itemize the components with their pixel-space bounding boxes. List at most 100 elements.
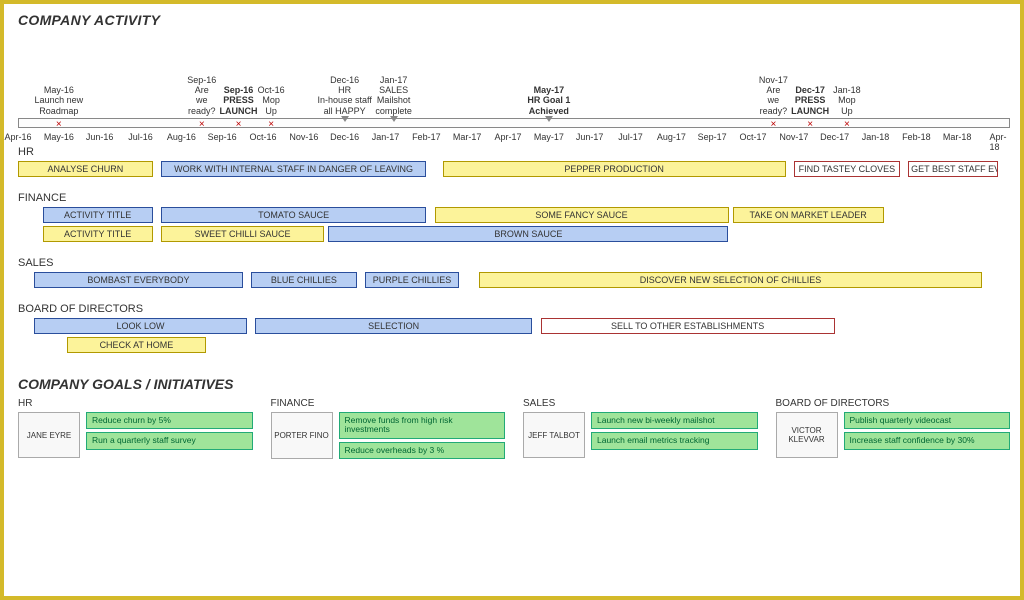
activity-bar[interactable]: ANALYSE CHURN (18, 161, 153, 177)
activity-bar[interactable]: PURPLE CHILLIES (365, 272, 459, 288)
goal-dept: FINANCE (271, 398, 506, 409)
axis-tick: Nov-16 (289, 132, 318, 142)
axis-tick: Jul-17 (618, 132, 643, 142)
axis-tick: Dec-16 (330, 132, 359, 142)
timeline-event: May-16Launch new Roadmap (35, 85, 84, 116)
swimlane-title: FINANCE (18, 192, 1010, 204)
timeline-event: Dec-17PRESS LAUNCH (791, 85, 829, 116)
activity-bar[interactable]: FIND TASTEY CLOVES (794, 161, 900, 177)
activity-bar[interactable]: LOOK LOW (34, 318, 246, 334)
milestone-mark: × (236, 119, 242, 130)
initiative-item[interactable]: Launch new bi-weekly mailshot (591, 412, 758, 429)
initiative-item[interactable]: Publish quarterly videocast (844, 412, 1011, 429)
axis-tick: Apr-18 (989, 132, 1006, 152)
goal-dept: BOARD OF DIRECTORS (776, 398, 1011, 409)
milestone-arrow (390, 116, 398, 122)
axis-tick: Sep-17 (698, 132, 727, 142)
axis-tick: May-17 (534, 132, 564, 142)
activity-bar[interactable]: PEPPER PRODUCTION (443, 161, 786, 177)
axis-tick: Jun-17 (576, 132, 604, 142)
goal-dept: SALES (523, 398, 758, 409)
swimlane-title: SALES (18, 257, 1010, 269)
goal-column: BOARD OF DIRECTORS VICTOR KLEVVAR Publish … (776, 398, 1011, 459)
goal-owner: JANE EYRE (18, 412, 80, 458)
initiative-item[interactable]: Reduce overheads by 3 % (339, 442, 506, 459)
milestone-mark: × (268, 119, 274, 130)
axis-tick: Apr-16 (4, 132, 31, 142)
activity-bar[interactable]: TAKE ON MARKET LEADER (733, 207, 884, 223)
milestone-mark: × (770, 119, 776, 130)
axis-tick: Oct-17 (739, 132, 766, 142)
activity-bar[interactable]: BROWN SAUCE (328, 226, 728, 242)
timeline-event: Oct-16Mop Up (258, 85, 285, 116)
axis-tick: Dec-17 (820, 132, 849, 142)
swimlane-title: BOARD OF DIRECTORS (18, 303, 1010, 315)
axis-tick: Feb-17 (412, 132, 441, 142)
swimlane-row: ANALYSE CHURN WORK WITH INTERNAL STAFF IN… (18, 161, 1010, 178)
axis-tick: Aug-17 (657, 132, 686, 142)
timeline-event: May-17HR Goal 1 Achieved (527, 85, 570, 116)
milestone-arrow (545, 116, 553, 122)
axis-tick: Aug-16 (167, 132, 196, 142)
activity-bar[interactable]: TOMATO SAUCE (161, 207, 426, 223)
initiative-item[interactable]: Increase staff confidence by 30% (844, 432, 1011, 449)
activity-bar[interactable]: DISCOVER NEW SELECTION OF CHILLIES (479, 272, 981, 288)
swimlane-row: BOMBAST EVERYBODY BLUE CHILLIES PURPLE CHI… (18, 272, 1010, 289)
timeline-event: Jan-17SALES Mailshot complete (375, 75, 412, 116)
swimlane-row: CHECK AT HOME (18, 337, 1010, 354)
swimlane-row: ACTIVITY TITLE TOMATO SAUCE SOME FANCY SAU… (18, 207, 1010, 224)
goal-owner: VICTOR KLEVVAR (776, 412, 838, 458)
swimlane-row: LOOK LOW SELECTION SELL TO OTHER ESTABLISH… (18, 318, 1010, 335)
milestone-mark: × (56, 119, 62, 130)
axis-line (18, 118, 1010, 128)
activity-bar[interactable]: ACTIVITY TITLE (43, 226, 153, 242)
axis-tick: Mar-18 (943, 132, 972, 142)
title-goals: COMPANY GOALS / INITIATIVES (18, 376, 1010, 392)
timeline-event: Sep-16PRESS LAUNCH (220, 85, 258, 116)
goal-column: HR JANE EYRE Reduce churn by 5% Run a quart… (18, 398, 253, 459)
axis-tick: Jul-16 (128, 132, 153, 142)
axis-tick: Jun-16 (86, 132, 114, 142)
swimlane-row: ACTIVITY TITLE SWEET CHILLI SAUCEBROWN SA… (18, 226, 1010, 243)
activity-bar[interactable]: WORK WITH INTERNAL STAFF IN DANGER OF LE… (161, 161, 426, 177)
axis-tick: Nov-17 (779, 132, 808, 142)
timeline-event: Dec-16HR In-house staff all HAPPY (317, 75, 371, 116)
initiative-item[interactable]: Remove funds from high risk investments (339, 412, 506, 439)
goal-owner: PORTER FINO (271, 412, 333, 459)
milestone-mark: × (199, 119, 205, 130)
activity-bar[interactable]: SWEET CHILLI SAUCE (161, 226, 324, 242)
initiative-item[interactable]: Run a quarterly staff survey (86, 432, 253, 449)
timeline-event: Jan-18Mop Up (833, 85, 861, 116)
activity-bar[interactable]: GET BEST STAFF EVER (908, 161, 998, 177)
milestone-mark: × (844, 119, 850, 130)
activity-bar[interactable]: BLUE CHILLIES (251, 272, 357, 288)
axis-tick: Apr-17 (494, 132, 521, 142)
activity-bar[interactable]: SOME FANCY SAUCE (435, 207, 729, 223)
goal-owner: JEFF TALBOT (523, 412, 585, 458)
swimlane-title: HR (18, 146, 1010, 158)
goal-column: SALES JEFF TALBOT Launch new bi-weekly mai… (523, 398, 758, 459)
timeline-axis: ××××××× Apr-16May-16Jun-16Jul-16Aug-16Se… (18, 118, 1010, 142)
goal-dept: HR (18, 398, 253, 409)
timeline-events: May-16Launch new Roadmap Sep-16Are we rea… (18, 34, 1010, 116)
timeline-event: Sep-16Are we ready? (187, 75, 216, 116)
axis-tick: Jan-18 (862, 132, 890, 142)
timeline-event: Nov-17Are we ready? (759, 75, 788, 116)
milestone-mark: × (807, 119, 813, 130)
axis-tick: Sep-16 (208, 132, 237, 142)
activity-bar[interactable]: SELL TO OTHER ESTABLISHMENTS (541, 318, 835, 334)
axis-tick: Mar-17 (453, 132, 482, 142)
axis-tick: May-16 (44, 132, 74, 142)
goal-column: FINANCE PORTER FINORemove funds from high… (271, 398, 506, 459)
activity-bar[interactable]: SELECTION (255, 318, 533, 334)
milestone-arrow (341, 116, 349, 122)
activity-bar[interactable]: ACTIVITY TITLE (43, 207, 153, 223)
initiative-item[interactable]: Launch email metrics tracking (591, 432, 758, 449)
axis-tick: Jan-17 (372, 132, 400, 142)
activity-bar[interactable]: BOMBAST EVERYBODY (34, 272, 242, 288)
title-activity: COMPANY ACTIVITY (18, 12, 1010, 28)
axis-tick: Oct-16 (249, 132, 276, 142)
initiative-item[interactable]: Reduce churn by 5% (86, 412, 253, 429)
activity-bar[interactable]: CHECK AT HOME (67, 337, 206, 353)
axis-tick: Feb-18 (902, 132, 931, 142)
